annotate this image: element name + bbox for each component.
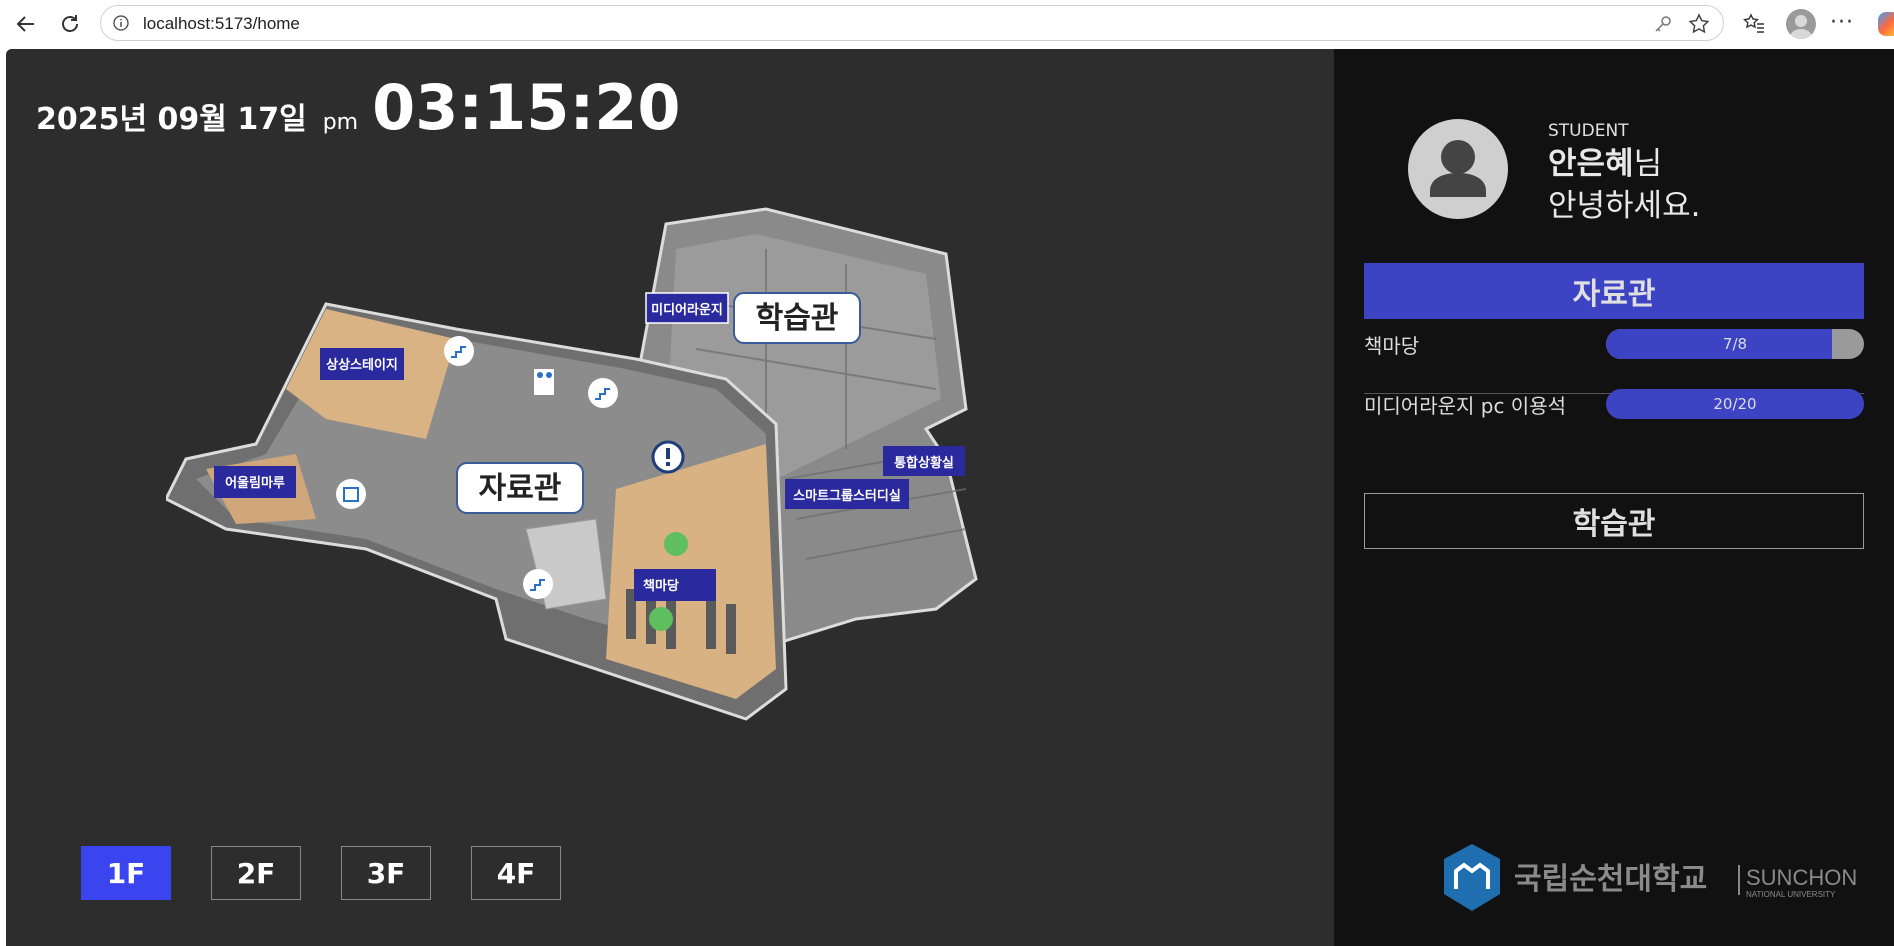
room-status-label: 미디어라운지 pc 이용석 bbox=[1364, 393, 1567, 418]
info-panel: STUDENT 안은혜님 안녕하세요. 자료관 책마당 7/8 미디어라운지 p… bbox=[1334, 49, 1894, 946]
room-label-imagination-stage[interactable]: 상상스테이지 bbox=[320, 348, 404, 380]
room-label-book-yard-text: 책마당 bbox=[643, 578, 679, 594]
arrow-left-icon bbox=[16, 16, 34, 32]
star-icon[interactable] bbox=[1687, 12, 1711, 36]
label-archive-hall-text: 자료관 bbox=[479, 471, 562, 506]
user-suffix: 님 bbox=[1633, 146, 1663, 182]
room-status-row: 미디어라운지 pc 이용석 20/20 bbox=[1364, 382, 1864, 426]
label-study-hall-text: 학습관 bbox=[756, 301, 839, 336]
logo-emblem-icon bbox=[1444, 844, 1500, 911]
room-label-smart-group-study-text: 스마트그룹스터디실 bbox=[793, 488, 901, 504]
clock-text: 03:15:20 bbox=[372, 71, 681, 144]
occupancy-value: 7/8 bbox=[1722, 335, 1748, 353]
floor-button-3f[interactable]: 3F bbox=[341, 846, 431, 900]
avatar bbox=[1408, 119, 1508, 219]
floor-button-1f[interactable]: 1F bbox=[81, 846, 171, 900]
info-point-icon bbox=[651, 440, 685, 474]
room-status-row: 책마당 7/8 bbox=[1364, 322, 1864, 366]
room-label-book-yard[interactable]: 책마당 bbox=[634, 569, 716, 601]
occupancy-bar: 7/8 bbox=[1606, 329, 1864, 359]
map-panel: 2025년 09월 17일 pm 03:15:20 학습관 자료관 미디어라운지… bbox=[6, 49, 1334, 946]
logo-text-en: SUNCHON bbox=[1746, 865, 1857, 890]
date-text: 2025년 09월 17일 bbox=[36, 102, 307, 137]
label-study-hall[interactable]: 학습관 bbox=[733, 292, 861, 344]
info-icon[interactable] bbox=[113, 15, 129, 31]
profile-button[interactable] bbox=[1786, 9, 1816, 39]
key-icon[interactable] bbox=[1653, 14, 1673, 34]
user-icon bbox=[1430, 140, 1486, 197]
room-status-label: 책마당 bbox=[1364, 333, 1420, 358]
reload-button[interactable] bbox=[56, 10, 84, 38]
address-bar[interactable]: localhost:5173/home bbox=[100, 5, 1724, 41]
room-label-media-lounge[interactable]: 미디어라운지 bbox=[645, 292, 729, 324]
building-button-archive[interactable]: 자료관 bbox=[1364, 263, 1864, 319]
user-role: STUDENT bbox=[1548, 121, 1629, 141]
back-button[interactable] bbox=[12, 10, 40, 38]
room-label-smart-group-study[interactable]: 스마트그룹스터디실 bbox=[785, 479, 909, 509]
floor-selector: 1F 2F 3F 4F bbox=[81, 846, 561, 900]
user-greeting: 안은혜님 안녕하세요. bbox=[1548, 143, 1700, 227]
logo-text-ko: 국립순천대학교 bbox=[1514, 862, 1707, 897]
room-label-harmony-floor[interactable]: 어울림마루 bbox=[214, 466, 296, 498]
floor-map[interactable]: 학습관 자료관 미디어라운지 상상스테이지 어울림마루 통합상황실 스마트그룹스… bbox=[166, 189, 1186, 869]
favorites-icon bbox=[1743, 13, 1764, 33]
room-label-imagination-stage-text: 상상스테이지 bbox=[326, 357, 398, 373]
ampm-text: pm bbox=[322, 110, 359, 135]
floor-button-2f[interactable]: 2F bbox=[211, 846, 301, 900]
room-label-control-room[interactable]: 통합상황실 bbox=[883, 446, 965, 476]
logo-text-en-sub: NATIONAL UNIVERSITY bbox=[1746, 890, 1836, 899]
room-label-control-room-text: 통합상황실 bbox=[894, 455, 954, 471]
stairs-icon bbox=[523, 569, 553, 599]
copilot-icon[interactable] bbox=[1878, 12, 1894, 36]
stairs-icon bbox=[444, 336, 474, 366]
occupancy-bar: 20/20 bbox=[1606, 389, 1864, 419]
occupancy-value: 20/20 bbox=[1713, 395, 1757, 413]
label-archive-hall[interactable]: 자료관 bbox=[456, 462, 584, 514]
restroom-icon bbox=[534, 369, 554, 395]
university-logo: 국립순천대학교 SUNCHON NATIONAL UNIVERSITY bbox=[1444, 844, 1857, 911]
elevator-icon bbox=[336, 479, 366, 509]
browser-toolbar: localhost:5173/home ··· bbox=[0, 0, 1894, 48]
datetime: 2025년 09월 17일 pm 03:15:20 bbox=[36, 71, 681, 144]
room-label-media-lounge-text: 미디어라운지 bbox=[651, 302, 723, 318]
stairs-icon bbox=[588, 378, 618, 408]
more-menu-button[interactable]: ··· bbox=[1830, 10, 1854, 35]
building-button-study[interactable]: 학습관 bbox=[1364, 493, 1864, 549]
room-label-harmony-floor-text: 어울림마루 bbox=[225, 475, 285, 491]
floor-button-4f[interactable]: 4F bbox=[471, 846, 561, 900]
app-root: 2025년 09월 17일 pm 03:15:20 학습관 자료관 미디어라운지… bbox=[6, 49, 1894, 946]
reload-icon bbox=[62, 15, 78, 32]
greeting-text: 안녕하세요. bbox=[1548, 188, 1701, 224]
user-name: 안은혜 bbox=[1548, 146, 1634, 182]
favorites-button[interactable] bbox=[1740, 10, 1768, 38]
url-text[interactable]: localhost:5173/home bbox=[143, 14, 300, 34]
profile-icon bbox=[1790, 15, 1812, 39]
